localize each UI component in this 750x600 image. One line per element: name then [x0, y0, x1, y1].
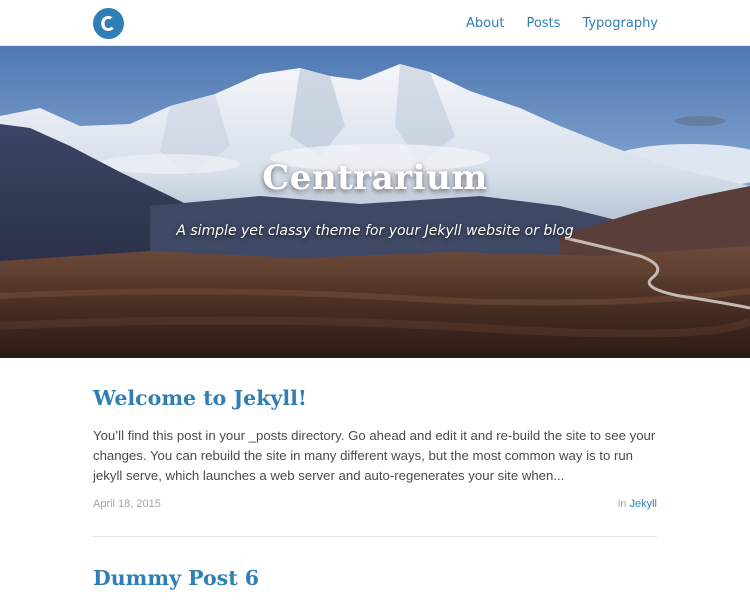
- post-item: Welcome to Jekyll! You’ll find this post…: [93, 385, 657, 537]
- post-item: Dummy Post 6: [93, 565, 657, 591]
- site-header: About Posts Typography: [0, 0, 750, 46]
- nav-link-posts[interactable]: Posts: [526, 16, 560, 31]
- post-meta: April 18, 2015 in Jekyll: [93, 498, 657, 514]
- hero-mountain-image: [0, 46, 750, 358]
- post-divider: [93, 536, 657, 537]
- post-excerpt: You’ll find this post in your _posts dir…: [93, 428, 656, 483]
- post-title-link[interactable]: Welcome to Jekyll!: [93, 385, 657, 411]
- hero-title: Centrarium: [262, 158, 488, 198]
- post-title-link[interactable]: Dummy Post 6: [93, 565, 657, 591]
- hero-subtitle: A simple yet classy theme for your Jekyl…: [176, 223, 574, 239]
- nav-link-typography[interactable]: Typography: [582, 16, 658, 31]
- centrarium-logo-icon: [93, 8, 124, 39]
- post-category: in Jekyll: [618, 498, 657, 510]
- post-date: April 18, 2015: [93, 498, 161, 510]
- site-logo[interactable]: [93, 8, 124, 39]
- main-nav: About Posts Typography: [466, 0, 658, 46]
- post-category-prefix: in: [617, 498, 627, 510]
- post-list: Welcome to Jekyll! You’ll find this post…: [93, 358, 657, 591]
- post-category-link[interactable]: Jekyll: [629, 498, 657, 510]
- hero-banner: Centrarium A simple yet classy theme for…: [0, 46, 750, 358]
- nav-link-about[interactable]: About: [466, 16, 504, 31]
